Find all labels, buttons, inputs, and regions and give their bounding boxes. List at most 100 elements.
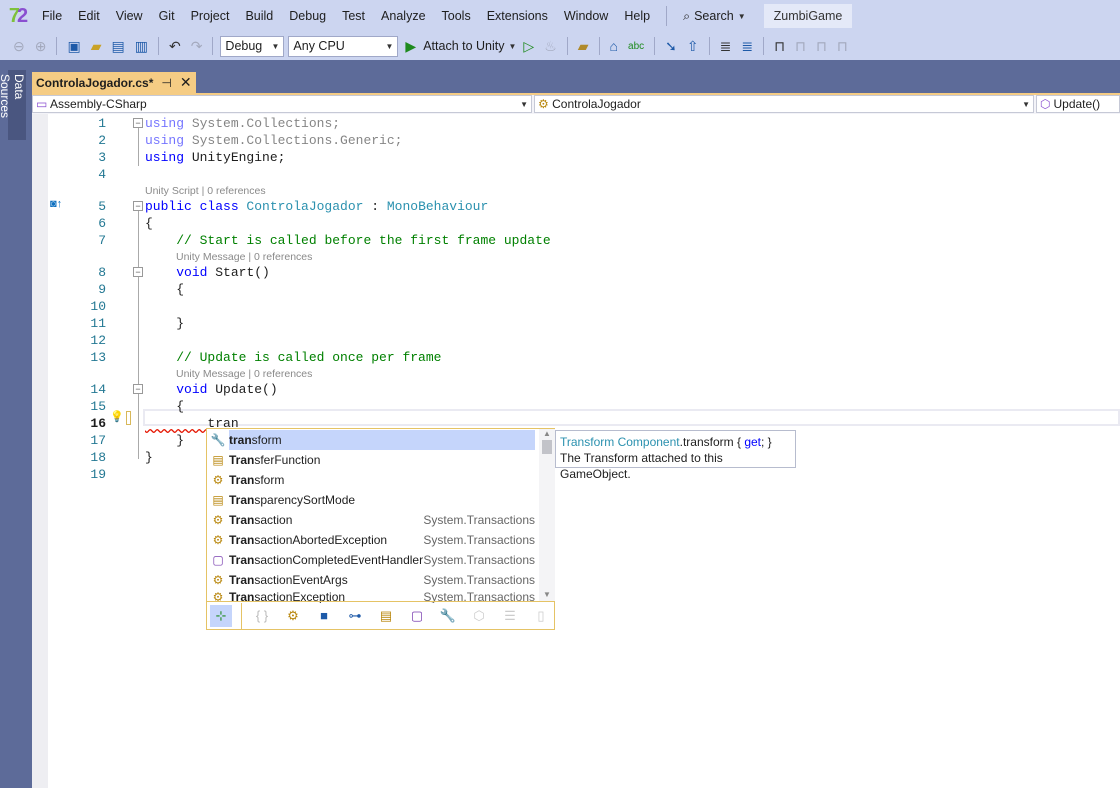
clear-bookmarks-icon[interactable]: ⊓ [834, 38, 851, 55]
undo-icon[interactable]: ↶ [166, 38, 184, 55]
scroll-thumb[interactable] [542, 440, 552, 454]
menu-window[interactable]: Window [556, 9, 616, 23]
completion-item[interactable]: ⚙ Transaction System.Transactions [207, 510, 538, 530]
menu-test[interactable]: Test [334, 9, 373, 23]
menu-edit[interactable]: Edit [70, 9, 108, 23]
menu-view[interactable]: View [108, 9, 151, 23]
completion-item[interactable]: ⚙ TransactionAbortedException System.Trans… [207, 530, 538, 550]
next-bookmark-icon[interactable]: ⊓ [813, 38, 830, 55]
completion-item[interactable]: ⚙ TransactionEventArgs System.Transactions [207, 570, 538, 590]
close-icon[interactable]: ✕ [180, 74, 192, 91]
collapse-icon[interactable]: − [133, 384, 143, 394]
config-select[interactable]: Debug ▼ [220, 35, 285, 57]
pin-icon[interactable]: ⊣ [161, 76, 171, 90]
code-token: public class [145, 199, 247, 214]
match-text: Tran [229, 553, 255, 567]
collapse-icon[interactable]: − [133, 267, 143, 277]
enum-icon: ▤ [212, 453, 224, 467]
class-dropdown[interactable]: ⚙ ControlaJogador ▼ [534, 95, 1034, 113]
forward-icon[interactable]: ⊕ [32, 38, 50, 55]
format-icon[interactable]: ⇧ [684, 38, 702, 55]
filter-namespace-icon[interactable]: { } [251, 605, 273, 627]
completion-item[interactable]: ▢ TransactionCompletedEventHandler System.… [207, 550, 538, 570]
filter-property-icon[interactable]: 🔧 [437, 605, 459, 627]
match-text: Tran [229, 453, 255, 467]
search-button[interactable]: ⌕ Search ▼ [675, 9, 754, 24]
codelens[interactable]: Unity Script | 0 references [145, 184, 266, 199]
tooltip-get: get [744, 435, 762, 449]
implements-icon[interactable]: ◙↑ [50, 198, 62, 210]
redo-icon[interactable]: ↷ [188, 38, 206, 55]
filter-module-icon[interactable]: ⬡ [468, 605, 490, 627]
menu-file[interactable]: File [34, 9, 70, 23]
save-all-icon[interactable]: ▥ [132, 38, 151, 55]
save-icon[interactable]: ▤ [108, 38, 127, 55]
code-line: 13 // Update is called once per frame [32, 349, 1120, 366]
platform-select[interactable]: Any CPU ▼ [288, 35, 399, 57]
code-token: { [145, 399, 185, 414]
menu-extensions[interactable]: Extensions [479, 9, 556, 23]
collapse-icon[interactable]: − [133, 201, 143, 211]
completion-item[interactable]: 🔧 transform [207, 430, 538, 450]
menu-build[interactable]: Build [237, 9, 281, 23]
menu-tools[interactable]: Tools [434, 9, 479, 23]
popup-scrollbar[interactable]: ▲ ▼ [539, 429, 555, 601]
find-in-files-icon[interactable]: ▰ [575, 38, 592, 55]
filter-expand-icon[interactable]: ⊹ [210, 604, 232, 627]
menu-help[interactable]: Help [616, 9, 658, 23]
data-sources-tab[interactable]: Data Sources [0, 70, 26, 140]
new-project-icon[interactable]: ▣ [64, 38, 83, 55]
menu-git[interactable]: Git [151, 9, 183, 23]
back-icon[interactable]: ⊖ [10, 38, 28, 55]
filter-enum-icon[interactable]: ▤ [375, 605, 397, 627]
hot-reload-icon[interactable]: ♨ [541, 38, 560, 55]
filter-delegate-icon[interactable]: ▢ [406, 605, 428, 627]
play-icon[interactable]: ▶ [402, 38, 419, 55]
match-text: Tran [229, 573, 255, 587]
tab-controlajogador[interactable]: ControlaJogador.cs* ⊣ ✕ [32, 72, 196, 93]
member-dropdown[interactable]: ⬡ Update() [1036, 95, 1120, 113]
filter-keyword-icon[interactable]: ▯ [530, 605, 552, 627]
scroll-up-icon[interactable]: ▲ [539, 429, 555, 438]
rest-text: sactionEventArgs [254, 573, 348, 587]
start-without-debug-icon[interactable]: ▷ [520, 38, 537, 55]
comment-icon[interactable]: ≣ [717, 38, 735, 55]
prev-bookmark-icon[interactable]: ⊓ [792, 38, 809, 55]
code-text: } [145, 315, 184, 332]
uncomment-icon[interactable]: ≣ [738, 38, 756, 55]
filter-struct-icon[interactable]: ■ [313, 605, 335, 627]
chevron-down-icon[interactable]: ▼ [509, 42, 517, 51]
filter-snippet-icon[interactable]: ☰ [499, 605, 521, 627]
completion-item[interactable]: ▤ TransparencySortMode [207, 490, 538, 510]
open-folder-icon[interactable]: ▰ [88, 38, 105, 55]
codelens[interactable]: Unity Message | 0 references [176, 250, 312, 265]
delegate-icon: ▢ [212, 553, 224, 567]
quick-info-tooltip: Transform Component.transform { get; } T… [555, 430, 796, 481]
menu-debug[interactable]: Debug [281, 9, 334, 23]
navigation-bar: ▭ Assembly-CSharp ▼ ⚙ ControlaJogador ▼ ⬡ U… [32, 95, 1120, 114]
line-number: 15 [90, 399, 106, 414]
bookmark-icon[interactable]: ⊓ [771, 38, 788, 55]
collapse-icon[interactable]: − [133, 118, 143, 128]
spellcheck-icon[interactable]: abc [625, 41, 647, 52]
match-text: Tran [229, 533, 255, 547]
line-number: 6 [98, 216, 106, 231]
code-text: { [145, 398, 184, 415]
codelens[interactable]: Unity Message | 0 references [176, 367, 312, 382]
lightbulb-error-icon[interactable]: 💡 [110, 410, 124, 423]
code-token: System.Collections.Generic; [184, 133, 403, 148]
cursor-icon[interactable]: ➘ [662, 38, 680, 55]
completion-item[interactable]: ▤ TransferFunction [207, 450, 538, 470]
line-number: 3 [98, 150, 106, 165]
namespace-label: System.Transactions [423, 533, 535, 547]
project-dropdown[interactable]: ▭ Assembly-CSharp ▼ [32, 95, 532, 113]
menu-analyze[interactable]: Analyze [373, 9, 433, 23]
completion-item[interactable]: ⚙ Transform [207, 470, 538, 490]
attach-to-unity-button[interactable]: Attach to Unity [423, 39, 504, 53]
window-icon[interactable]: ⌂ [607, 38, 621, 54]
filter-class-icon[interactable]: ⚙ [282, 605, 304, 627]
menu-project[interactable]: Project [183, 9, 238, 23]
scroll-down-icon[interactable]: ▼ [539, 590, 555, 599]
filter-interface-icon[interactable]: ⊶ [344, 605, 366, 627]
